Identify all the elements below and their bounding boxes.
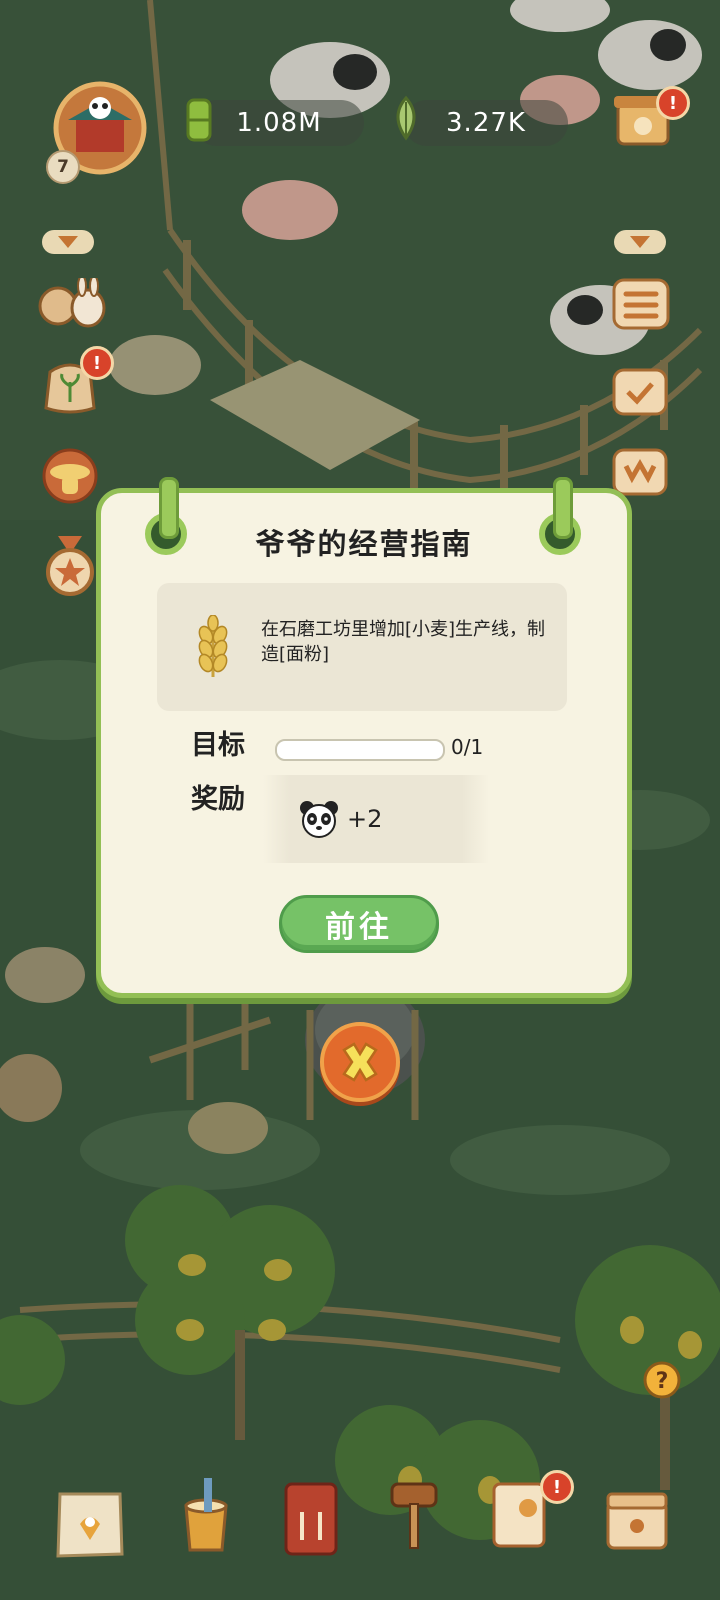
reward-amount: +2 — [347, 805, 383, 833]
task-card: 在石磨工坊里增加[小麦]生产线，制造[面粉] — [157, 583, 567, 711]
map-icon — [56, 1492, 124, 1558]
go-button[interactable]: 前往 — [279, 895, 439, 953]
task-list-icon — [612, 278, 670, 330]
close-x-icon — [342, 1042, 378, 1082]
task-list-button[interactable] — [612, 278, 670, 334]
target-progress-bar — [275, 739, 445, 761]
panda-icon — [300, 801, 338, 838]
bamboo-icon — [182, 96, 216, 148]
farmer-hat-icon — [42, 448, 98, 504]
calendar-check-icon — [612, 368, 668, 416]
friends-button[interactable] — [36, 275, 108, 334]
shop-alert-icon: ! — [656, 86, 690, 120]
progress-text: 0/1 — [451, 735, 484, 759]
storage-box-icon — [606, 1492, 668, 1550]
question-mark-icon: ? — [643, 1361, 681, 1399]
player-level-badge: 7 — [46, 150, 80, 184]
menu-book-icon — [284, 1482, 338, 1556]
left-expand-arrow-button[interactable] — [42, 230, 94, 254]
bamboo-amount: 1.08M — [236, 108, 322, 138]
task-description: 在石磨工坊里增加[小麦]生产线，制造[面粉] — [261, 619, 546, 665]
achievement-medal-button[interactable] — [42, 536, 98, 600]
target-label: 目标 — [191, 730, 245, 761]
paint-bucket-button[interactable] — [176, 1476, 236, 1560]
bamboo-resource-counter: 1.08M — [194, 100, 364, 146]
reward-label: 奖励 — [191, 784, 245, 815]
leaf-icon — [388, 94, 424, 146]
chevron-down-icon — [58, 236, 78, 248]
notebook-alert-icon: ! — [540, 1470, 574, 1504]
svg-text:?: ? — [656, 1369, 669, 1394]
help-question-button[interactable]: ? — [642, 1360, 682, 1404]
hat-character-button[interactable] — [40, 446, 100, 510]
hammer-build-button[interactable] — [384, 1478, 444, 1556]
leaf-resource-counter: 3.27K — [404, 100, 568, 146]
wheat-icon — [198, 615, 228, 677]
paint-bucket-icon — [184, 1478, 228, 1552]
calendar-checkin-button[interactable] — [612, 364, 668, 420]
close-dialog-button[interactable] — [320, 1022, 400, 1102]
leaf-amount: 3.27K — [446, 108, 526, 138]
right-expand-arrow-button[interactable] — [614, 230, 666, 254]
menu-book-button[interactable] — [280, 1478, 342, 1562]
bear-rabbit-friends-icon — [38, 275, 106, 328]
dialog-title: 爷爷的经营指南 — [255, 527, 473, 561]
medal-icon — [46, 536, 94, 596]
storage-box-button[interactable] — [604, 1488, 670, 1556]
crown-icon — [612, 448, 668, 496]
seed-bag-alert-icon: ! — [80, 346, 114, 380]
chevron-down-icon — [630, 236, 650, 248]
hammer-icon — [390, 1482, 438, 1549]
guide-dialog: 爷爷的经营指南 在石磨工坊里增加[小麦]生产线，制造[面粉] 目标 0/1 奖励 — [96, 477, 632, 998]
map-button[interactable] — [50, 1484, 130, 1568]
reward-card: +2 — [263, 775, 489, 863]
